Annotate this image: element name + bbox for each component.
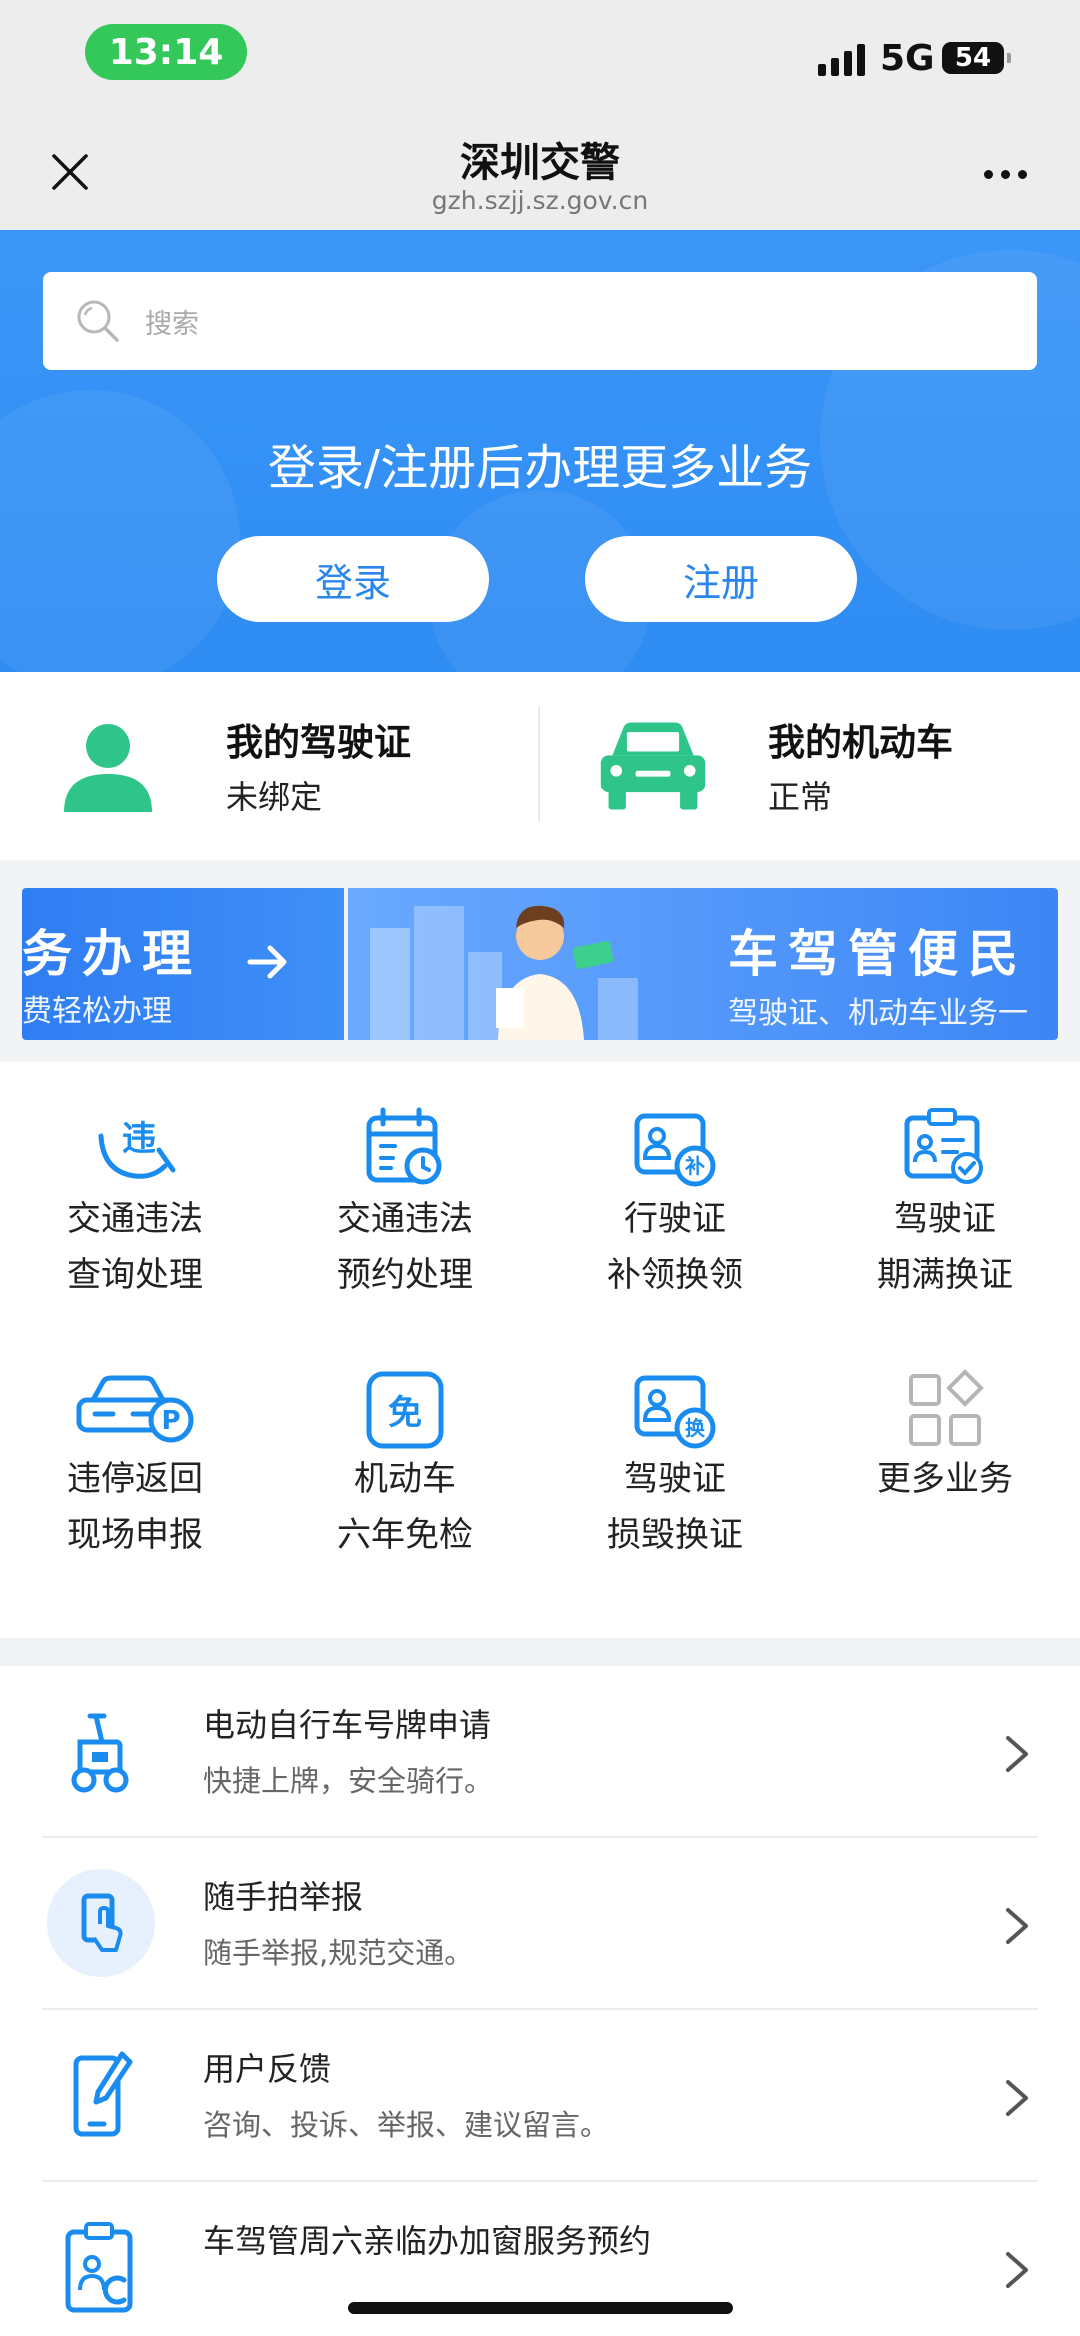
more-options-icon[interactable] bbox=[984, 170, 1027, 179]
arrow-right-icon bbox=[247, 945, 287, 979]
id-card-exchange-icon: 换 bbox=[634, 1375, 716, 1449]
license-title: 我的驾驶证 bbox=[226, 721, 411, 764]
service-license-damage-exchange[interactable]: 换 驾驶证 损毁换证 bbox=[540, 1342, 810, 1622]
service-label: 期满换证 bbox=[877, 1255, 1013, 1295]
register-button[interactable]: 注册 bbox=[585, 536, 857, 622]
service-list: 电动自行车号牌申请 快捷上牌，安全骑行。 随手拍举报 随手举报,规范交通。 用户… bbox=[0, 1666, 1080, 2336]
user-icon bbox=[64, 724, 152, 812]
service-vehicle-license-reissue[interactable]: 补 行驶证 补领换领 bbox=[540, 1062, 810, 1342]
service-label: 行驶证 bbox=[624, 1199, 726, 1239]
list-item[interactable]: 电动自行车号牌申请 快捷上牌，安全骑行。 bbox=[0, 1666, 1080, 1838]
calendar-clock-icon bbox=[366, 1107, 442, 1185]
chevron-right-icon bbox=[1006, 2252, 1028, 2288]
clipboard-user-icon bbox=[65, 2222, 133, 2313]
violation-icon: 违 bbox=[98, 1119, 176, 1179]
phone-tap-icon bbox=[47, 1869, 155, 1977]
search-input[interactable]: 搜索 bbox=[43, 272, 1037, 370]
login-button[interactable]: 登录 bbox=[217, 536, 489, 622]
service-label: 补领换领 bbox=[607, 1255, 743, 1295]
service-label: 违停返回 bbox=[67, 1459, 203, 1499]
page-title: 深圳交警 bbox=[460, 140, 620, 186]
svg-text:换: 换 bbox=[685, 1416, 706, 1440]
id-card-reissue-icon: 补 bbox=[634, 1113, 716, 1187]
service-label: 交通违法 bbox=[337, 1199, 473, 1239]
list-item-subtitle: 随手举报,规范交通。 bbox=[203, 1936, 474, 1970]
car-icon bbox=[600, 722, 706, 810]
page-url: gzh.szjj.sz.gov.cn bbox=[431, 186, 649, 215]
service-violation-appointment[interactable]: 交通违法 预约处理 bbox=[270, 1062, 540, 1342]
svg-text:免: 免 bbox=[388, 1393, 422, 1433]
svg-text:补: 补 bbox=[684, 1154, 705, 1178]
list-item-subtitle: 咨询、投诉、举报、建议留言。 bbox=[203, 2108, 610, 2142]
service-label: 交通违法 bbox=[67, 1199, 203, 1239]
my-vehicle-card[interactable]: 我的机动车 正常 bbox=[540, 672, 1080, 860]
list-item-title: 电动自行车号牌申请 bbox=[203, 1706, 492, 1744]
list-item[interactable]: 随手拍举报 随手举报,规范交通。 bbox=[0, 1838, 1080, 2010]
service-label: 机动车 bbox=[354, 1459, 456, 1499]
service-label: 查询处理 bbox=[67, 1255, 203, 1295]
more-grid-icon bbox=[909, 1369, 984, 1446]
banner-right-subtitle: 驾驶证、机动车业务一 bbox=[728, 996, 1028, 1031]
chevron-right-icon bbox=[1006, 1908, 1028, 1944]
chevron-right-icon bbox=[1006, 1736, 1028, 1772]
login-prompt: 登录/注册后办理更多业务 bbox=[267, 440, 813, 496]
banner-left-subtitle: 费轻松办理 bbox=[22, 994, 172, 1029]
home-indicator[interactable] bbox=[348, 2302, 733, 2314]
service-illegal-parking-report[interactable]: P 违停返回 现场申报 bbox=[0, 1342, 270, 1622]
service-grid: 违 交通违法 查询处理 交通违法 预约处理 补 行驶证 补领换领 驾驶证 期满换… bbox=[0, 1062, 1080, 1638]
network-label: 5G bbox=[880, 38, 935, 79]
exempt-icon: 免 bbox=[366, 1371, 444, 1449]
banner-slide-left: 务办理 费轻松办理 bbox=[22, 888, 344, 1040]
vehicle-title: 我的机动车 bbox=[768, 721, 953, 764]
battery-icon: 54 bbox=[942, 42, 1011, 74]
service-label: 现场申报 bbox=[67, 1515, 203, 1555]
signal-icon bbox=[818, 42, 865, 76]
vehicle-status: 正常 bbox=[768, 778, 833, 816]
chevron-right-icon bbox=[1006, 2080, 1028, 2116]
my-license-card[interactable]: 我的驾驶证 未绑定 bbox=[0, 672, 538, 860]
service-label: 预约处理 bbox=[337, 1255, 473, 1295]
service-label: 更多业务 bbox=[877, 1459, 1013, 1499]
service-label: 驾驶证 bbox=[624, 1459, 726, 1499]
service-more[interactable]: 更多业务 bbox=[810, 1342, 1080, 1622]
svg-text:违: 违 bbox=[122, 1119, 156, 1159]
license-check-icon bbox=[904, 1108, 983, 1184]
search-icon bbox=[77, 300, 119, 342]
list-item-title: 车驾管周六亲临办加窗服务预约 bbox=[203, 2222, 652, 2260]
phone-edit-icon bbox=[73, 2051, 133, 2137]
banner-right-title: 车驾管便民 bbox=[728, 925, 1028, 983]
car-parking-icon: P bbox=[76, 1375, 194, 1443]
list-item[interactable]: 用户反馈 咨询、投诉、举报、建议留言。 bbox=[0, 2010, 1080, 2182]
banner-left-title: 务办理 bbox=[22, 925, 202, 983]
svg-text:P: P bbox=[161, 1406, 180, 1436]
city-illustration bbox=[370, 905, 638, 1040]
service-label: 六年免检 bbox=[337, 1515, 473, 1555]
list-item-title: 随手拍举报 bbox=[203, 1878, 364, 1916]
nav-bar: 深圳交警 gzh.szjj.sz.gov.cn bbox=[0, 110, 1080, 230]
service-license-renewal[interactable]: 驾驶证 期满换证 bbox=[810, 1062, 1080, 1342]
list-item-title: 用户反馈 bbox=[203, 2050, 332, 2088]
license-status: 未绑定 bbox=[226, 778, 323, 816]
scooter-icon bbox=[71, 1713, 129, 1793]
service-label: 损毁换证 bbox=[607, 1515, 743, 1555]
banner-slide-right: 车驾管便民 驾驶证、机动车业务一 bbox=[348, 888, 1058, 1040]
search-placeholder: 搜索 bbox=[145, 308, 199, 340]
promo-banner[interactable]: 务办理 费轻松办理 车驾管便民 驾驶证、机动车业务一 bbox=[22, 888, 1058, 1040]
login-hero: 搜索 登录/注册后办理更多业务 登录 注册 bbox=[0, 230, 1080, 672]
list-item-subtitle: 快捷上牌，安全骑行。 bbox=[203, 1764, 494, 1798]
service-six-year-exemption[interactable]: 免 机动车 六年免检 bbox=[270, 1342, 540, 1622]
status-bar: 13:14 5G 54 bbox=[0, 0, 1080, 110]
my-cards: 我的驾驶证 未绑定 我的机动车 正常 bbox=[0, 672, 1080, 860]
service-violation-query[interactable]: 违 交通违法 查询处理 bbox=[0, 1062, 270, 1342]
status-time: 13:14 bbox=[85, 24, 247, 80]
service-label: 驾驶证 bbox=[894, 1199, 996, 1239]
